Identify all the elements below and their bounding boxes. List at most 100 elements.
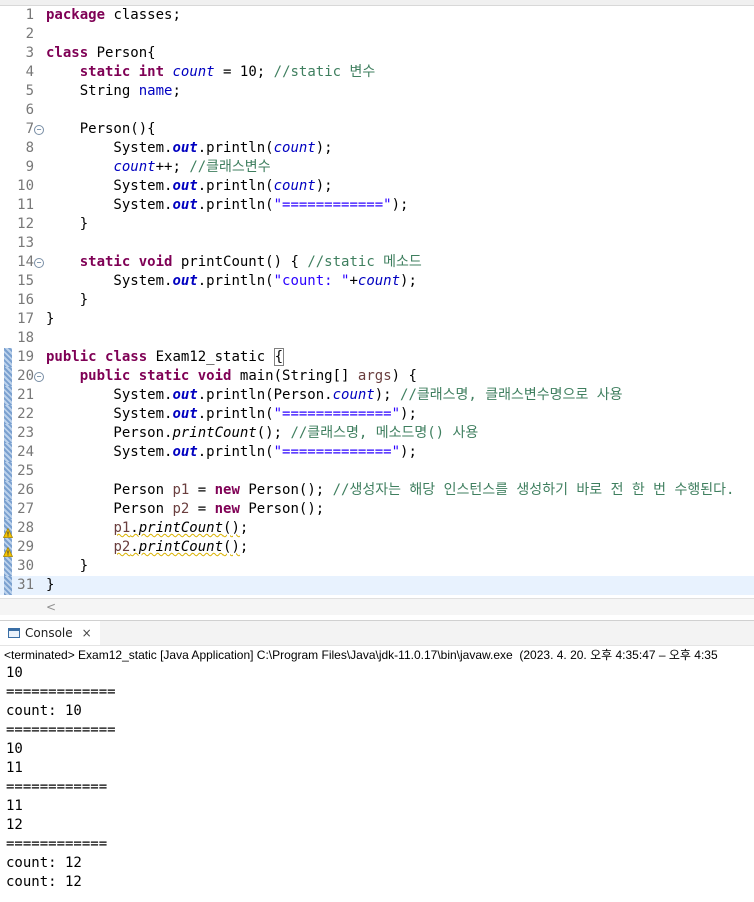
code-token: public <box>79 368 131 384</box>
code-text: p2.printCount(); <box>46 538 248 557</box>
code-line[interactable]: 22 System.out.println("============="); <box>0 405 754 424</box>
line-number: 28 <box>17 520 34 536</box>
console-line: ============ <box>6 836 108 852</box>
code-line[interactable]: 25 <box>0 462 754 481</box>
code-line[interactable]: 1 package classes; <box>0 6 754 25</box>
code-line[interactable]: 24 System.out.println("============="); <box>0 443 754 462</box>
fold-collapse-icon[interactable]: − <box>34 258 44 268</box>
code-token: p1 <box>172 482 190 498</box>
code-line[interactable]: 16 } <box>0 291 754 310</box>
code-line[interactable]: 20− public static void main(String[] arg… <box>0 367 754 386</box>
code-line[interactable]: 26 Person p1 = new Person(); //생성자는 해당 인… <box>0 481 754 500</box>
line-number: 12 <box>17 216 34 232</box>
code-token: static <box>79 254 131 270</box>
code-token: ); <box>315 178 333 194</box>
console-status-line: <terminated> Exam12_static [Java Applica… <box>0 645 754 665</box>
code-line[interactable]: 7− Person(){ <box>0 120 754 139</box>
line-number: 26 <box>17 482 34 498</box>
code-token: "============" <box>273 197 392 213</box>
line-number: 20 <box>17 368 34 384</box>
console-icon <box>8 628 20 638</box>
code-line[interactable]: 18 <box>0 329 754 348</box>
code-line[interactable]: 28 p1.printCount(); <box>0 519 754 538</box>
code-token: ); <box>315 140 333 156</box>
line-number: 24 <box>17 444 34 460</box>
line-number: 9 <box>25 159 34 175</box>
code-token: Person{ <box>88 45 156 61</box>
code-line[interactable]: 4 static int count = 10; //static 변수 <box>0 63 754 82</box>
line-number: 17 <box>17 311 34 327</box>
code-line[interactable]: 23 Person.printCount(); //클래스명, 메소드명() 사… <box>0 424 754 443</box>
code-line[interactable]: 2 <box>0 25 754 44</box>
line-number: 18 <box>17 330 34 346</box>
code-line[interactable]: 10 System.out.println(count); <box>0 177 754 196</box>
code-line[interactable]: 15 System.out.println("count: "+count); <box>0 272 754 291</box>
code-line[interactable]: 8 System.out.println(count); <box>0 139 754 158</box>
line-number: 16 <box>17 292 34 308</box>
code-line[interactable]: 12 } <box>0 215 754 234</box>
code-line[interactable]: 5 String name; <box>0 82 754 101</box>
console-line: ============ <box>6 779 108 795</box>
code-token: "count: " <box>273 273 350 289</box>
code-line[interactable]: 6 <box>0 101 754 120</box>
code-token: Person. <box>46 425 173 441</box>
code-text: Person.printCount(); //클래스명, 메소드명() 사용 <box>46 424 478 443</box>
code-token: out <box>172 178 198 194</box>
code-line[interactable]: 21 System.out.println(Person.count); //클… <box>0 386 754 405</box>
line-number: 30 <box>17 558 34 574</box>
scroll-left-icon[interactable]: < <box>46 599 56 615</box>
code-line[interactable]: 17} <box>0 310 754 329</box>
code-token: = <box>189 482 215 498</box>
tab-console[interactable]: Console × <box>0 621 100 645</box>
code-token: } <box>46 311 55 327</box>
code-line[interactable]: 29 p2.printCount(); <box>0 538 754 557</box>
code-editor[interactable]: 1 package classes; 2 3 class Person{4 static… <box>0 6 754 598</box>
console-line: 10 <box>6 741 23 757</box>
code-token: printCount <box>172 425 257 441</box>
console-tab-bar: Console × <box>0 620 754 645</box>
change-marker <box>4 405 12 424</box>
console-line: ============= <box>6 684 116 700</box>
code-token: public <box>46 349 97 365</box>
console-output[interactable]: 10 ============= count: 10 ============= 10 1… <box>0 664 754 902</box>
code-line[interactable]: 13 <box>0 234 754 253</box>
code-token: ++; <box>155 159 190 175</box>
code-token: ; <box>172 83 181 99</box>
code-line[interactable]: 9 count++; //클래스변수 <box>0 158 754 177</box>
code-line[interactable]: 14− static void printCount() { //static … <box>0 253 754 272</box>
code-token: //클래스명, 클래스변수명으로 사용 <box>400 387 623 403</box>
code-line[interactable]: 19 public class Exam12_static { <box>0 348 754 367</box>
code-line[interactable]: 3 class Person{ <box>0 44 754 63</box>
code-line[interactable]: 27 Person p2 = new Person(); <box>0 500 754 519</box>
change-marker <box>4 462 12 481</box>
change-marker <box>4 500 12 519</box>
console-line: count: 12 <box>6 855 82 871</box>
fold-collapse-icon[interactable]: − <box>34 372 44 382</box>
code-text: System.out.println("============="); <box>46 443 417 462</box>
code-token: "=============" <box>273 444 401 460</box>
code-token: System. <box>46 406 173 422</box>
close-icon[interactable]: × <box>82 626 92 640</box>
code-text: static int count = 10; //static 변수 <box>46 63 376 82</box>
code-token: ); <box>400 444 417 460</box>
line-number: 8 <box>25 140 34 156</box>
code-text: public static void main(String[] args) { <box>46 367 417 386</box>
fold-collapse-icon[interactable]: − <box>34 125 44 135</box>
code-token: classes; <box>105 7 181 23</box>
code-line[interactable]: 31} <box>0 576 754 595</box>
code-token: //static 메소드 <box>307 254 422 270</box>
code-token: System. <box>46 197 173 213</box>
code-line[interactable]: 30 } <box>0 557 754 576</box>
code-line[interactable]: 11 System.out.println("============"); <box>0 196 754 215</box>
code-token: Person(); <box>239 482 333 498</box>
code-token: ); <box>391 197 409 213</box>
code-token: new <box>214 482 240 498</box>
change-marker <box>4 386 12 405</box>
editor-horizontal-scrollbar[interactable]: < <box>0 598 754 615</box>
line-number: 1 <box>25 7 34 23</box>
